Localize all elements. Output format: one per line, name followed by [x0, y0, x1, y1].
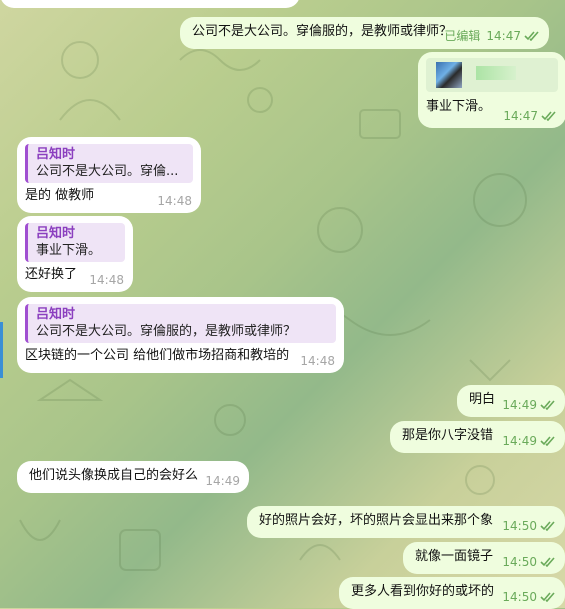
message-text: 区块链的一个公司 给他们做市场招商和教培的 — [25, 348, 290, 363]
message-meta: 14:50 — [502, 590, 556, 604]
message-bubble-outgoing[interactable]: 明白 14:49 — [457, 385, 565, 417]
message-bubble-incoming[interactable]: 吕知时 公司不是大公司。穿倫服的，是教师或律师？ 区块链的一个公司 给他们做市场… — [17, 297, 344, 373]
reply-quote[interactable]: 吕知时 公司不是大公司。穿倫服的，是教师或律师？ — [25, 304, 336, 343]
reply-sender-name: 吕知时 — [36, 307, 76, 322]
message-time: 14:49 — [205, 474, 240, 488]
message-meta: 14:49 — [205, 474, 240, 488]
message-bubble-incoming[interactable]: 吕知时 事业下滑。 还好换了 14:48 — [17, 216, 133, 292]
double-check-icon — [541, 111, 556, 121]
message-bubble-outgoing[interactable]: 那是你八字没错 14:49 — [390, 421, 565, 453]
double-check-icon — [540, 521, 555, 531]
message-bubble-outgoing[interactable]: 好的照片会好，坏的照片会显出来那个象 14:50 — [247, 506, 565, 538]
message-time: 14:47 — [486, 28, 521, 43]
message-bubble-incoming[interactable]: 吕知时 公司不是大公司。穿倫... 是的 做教师 14:48 — [17, 137, 201, 213]
double-check-icon — [540, 400, 555, 410]
message-meta: 14:47 — [503, 109, 557, 123]
reply-quote-text: 公司不是大公司。穿倫服的，是教师或律师？ — [36, 324, 297, 339]
message-meta: 已编辑 14:47 — [444, 27, 540, 44]
message-bubble-outgoing[interactable]: 更多人看到你好的或坏的 14:50 — [339, 577, 565, 609]
message-time: 14:48 — [157, 194, 192, 208]
double-check-icon — [524, 30, 539, 41]
message-meta: 14:49 — [502, 434, 556, 448]
message-meta: 14:48 — [157, 194, 192, 208]
message-bubble-outgoing[interactable]: 事业下滑。 14:47 — [418, 52, 565, 128]
message-time: 14:50 — [502, 519, 537, 533]
edited-label: 已编辑 — [444, 29, 481, 43]
double-check-icon — [540, 436, 555, 446]
reply-quote-text: 公司不是大公司。穿倫... — [36, 164, 179, 179]
double-check-icon — [540, 592, 555, 602]
message-time: 14:50 — [502, 590, 537, 604]
reply-quote-text: 事业下滑。 — [36, 243, 102, 258]
message-bubble-outgoing[interactable]: 就像一面镜子 14:50 — [403, 542, 565, 574]
message-time: 14:48 — [300, 354, 335, 368]
message-time: 14:49 — [502, 434, 537, 448]
message-meta: 14:48 — [89, 273, 124, 287]
image-thumbnail — [436, 62, 462, 88]
message-time: 14:50 — [502, 555, 537, 569]
image-thumbnail-blur — [476, 66, 516, 80]
forwarded-image-preview[interactable] — [426, 58, 558, 92]
message-bubble-incoming[interactable]: 他们说头像换成自己的会好么 14:49 — [17, 461, 249, 493]
reply-quote[interactable]: 吕知时 事业下滑。 — [25, 223, 125, 262]
left-edge-accent — [0, 322, 3, 378]
reply-sender-name: 吕知时 — [36, 147, 76, 162]
partial-message-bubble — [0, 0, 300, 8]
message-meta: 14:50 — [502, 519, 556, 533]
message-bubble-outgoing[interactable]: 公司不是大公司。穿倫服的，是教师或律师？ 已编辑 14:47 — [180, 17, 549, 49]
double-check-icon — [540, 557, 555, 567]
message-time: 14:47 — [503, 109, 538, 123]
message-time: 14:49 — [502, 398, 537, 412]
message-time: 14:48 — [89, 273, 124, 287]
reply-sender-name: 吕知时 — [36, 226, 76, 241]
message-meta: 14:50 — [502, 555, 556, 569]
reply-quote[interactable]: 吕知时 公司不是大公司。穿倫... — [25, 144, 193, 183]
message-meta: 14:48 — [300, 354, 335, 368]
chat-area: 公司不是大公司。穿倫服的，是教师或律师？ 已编辑 14:47 事业下滑。 14:… — [0, 0, 565, 609]
message-meta: 14:49 — [502, 398, 556, 412]
